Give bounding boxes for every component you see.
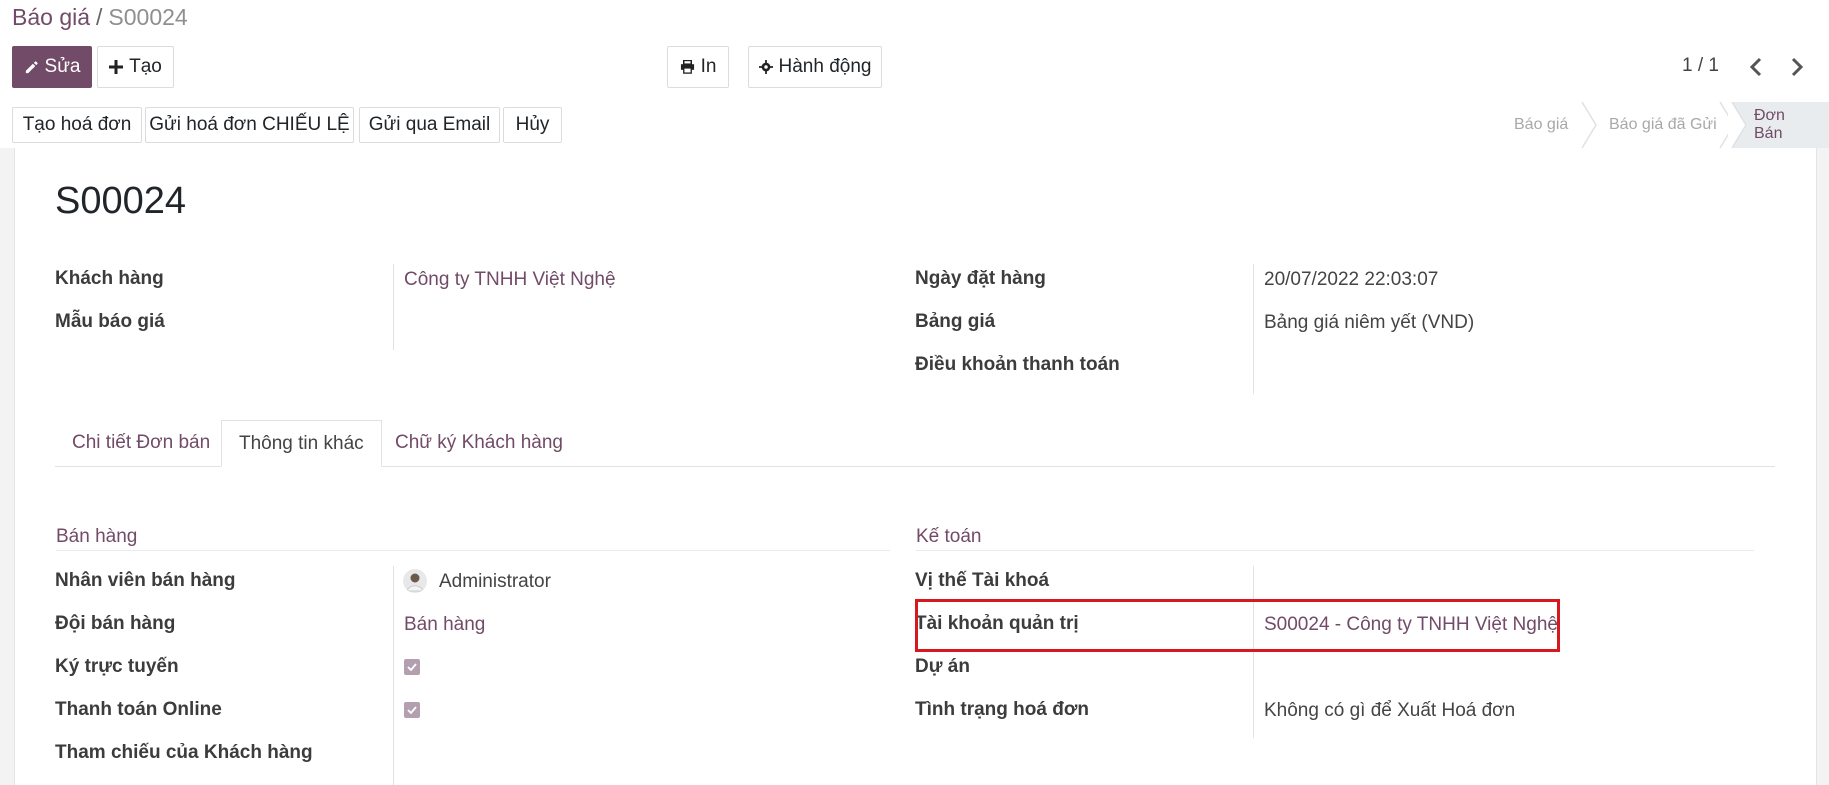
- print-icon: [680, 60, 695, 74]
- control-panel: [0, 0, 1829, 103]
- stage-chevron-icon: [1581, 102, 1597, 148]
- create-button[interactable]: Tạo: [97, 46, 174, 88]
- gear-icon: [758, 60, 773, 74]
- online-signature-checkbox[interactable]: [404, 659, 420, 675]
- order-date-label: Ngày đặt hàng: [915, 268, 1046, 289]
- field-divider: [1253, 566, 1254, 738]
- stage-quotation[interactable]: Báo giá: [1514, 102, 1568, 148]
- action-button-label: Hành động: [778, 56, 872, 77]
- field-divider: [393, 566, 394, 785]
- invoice-status-label: Tình trạng hoá đơn: [915, 699, 1089, 720]
- section-divider: [56, 550, 890, 551]
- customer-label: Khách hàng: [55, 268, 164, 289]
- pencil-icon: [24, 60, 39, 75]
- pricelist-label: Bảng giá: [915, 311, 996, 332]
- highlight-box: [915, 599, 1560, 652]
- breadcrumb: Báo giá / S00024: [12, 4, 188, 31]
- stage-quotation-sent[interactable]: Báo giá đã Gửi: [1609, 102, 1717, 148]
- avatar: [403, 569, 427, 593]
- tab-other-info[interactable]: Thông tin khác: [221, 420, 382, 467]
- print-button-label: In: [700, 56, 717, 77]
- customer-reference-label: Tham chiếu của Khách hàng: [55, 742, 313, 763]
- online-signature-label: Ký trực tuyến: [55, 656, 179, 677]
- check-icon: [407, 663, 417, 671]
- action-button[interactable]: Hành động: [748, 46, 882, 88]
- salesperson-field[interactable]: Administrator: [439, 571, 551, 593]
- print-button[interactable]: In: [667, 46, 729, 88]
- create-invoice-button[interactable]: Tạo hoá đơn: [12, 107, 142, 143]
- create-button-label: Tạo: [129, 56, 162, 77]
- payment-terms-label: Điều khoản thanh toán: [915, 354, 1120, 375]
- tab-customer-signature[interactable]: Chữ ký Khách hàng: [395, 421, 563, 465]
- send-proforma-button[interactable]: Gửi hoá đơn CHIẾU LỆ: [145, 107, 354, 143]
- sales-section-title: Bán hàng: [56, 526, 138, 547]
- quotation-template-label: Mẫu báo giá: [55, 311, 165, 332]
- customer-field[interactable]: Công ty TNHH Việt Nghệ: [404, 269, 616, 291]
- fiscal-position-label: Vị thế Tài khoá: [915, 570, 1050, 591]
- stage-chevron-active-icon: [1728, 102, 1746, 148]
- pager-next-icon[interactable]: [1790, 53, 1804, 84]
- online-payment-label: Thanh toán Online: [55, 699, 222, 720]
- order-date-field[interactable]: 20/07/2022 22:03:07: [1264, 269, 1438, 291]
- field-divider: [393, 264, 394, 350]
- cancel-button[interactable]: Hủy: [503, 107, 562, 143]
- invoice-status-field: Không có gì để Xuất Hoá đơn: [1264, 700, 1516, 721]
- project-label: Dự án: [915, 656, 970, 677]
- record-title: S00024: [55, 180, 187, 222]
- pricelist-field[interactable]: Bảng giá niêm yết (VND): [1264, 312, 1474, 334]
- breadcrumb-parent-link[interactable]: Báo giá: [12, 4, 90, 30]
- plus-icon: [109, 60, 124, 74]
- pager-previous-icon[interactable]: [1749, 53, 1763, 84]
- pager-value[interactable]: 1 / 1: [1682, 55, 1719, 77]
- accounting-section-title: Kế toán: [916, 526, 982, 547]
- field-divider: [1253, 264, 1254, 394]
- edit-button-label: Sửa: [44, 56, 81, 77]
- send-email-button[interactable]: Gửi qua Email: [359, 107, 500, 143]
- breadcrumb-current: S00024: [108, 4, 188, 30]
- breadcrumb-separator: /: [96, 4, 103, 30]
- salesperson-label: Nhân viên bán hàng: [55, 570, 236, 591]
- online-payment-checkbox[interactable]: [404, 702, 420, 718]
- sales-team-field[interactable]: Bán hàng: [404, 614, 485, 636]
- section-divider: [916, 550, 1754, 551]
- edit-button[interactable]: Sửa: [12, 46, 92, 88]
- tab-order-lines[interactable]: Chi tiết Đơn bán: [72, 421, 210, 465]
- check-icon: [407, 706, 417, 714]
- sales-team-label: Đội bán hàng: [55, 613, 176, 634]
